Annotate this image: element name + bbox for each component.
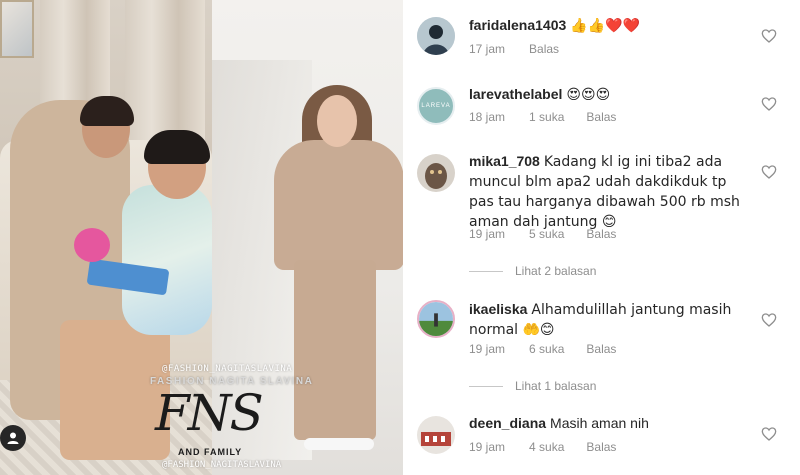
user-icon [7,432,19,444]
heart-icon[interactable] [761,312,777,328]
comments-list: faridalena1403 👍👍❤️❤️ 17 jam Balas LAREVA… [403,0,800,475]
reply-button[interactable]: Balas [529,42,559,56]
comment-meta: 19 jam 4 suka Balas [469,440,638,454]
pink-bag [74,228,110,262]
comment-meta: 18 jam 1 suka Balas [469,110,638,124]
comment-message: 😍😍😍 [566,87,611,103]
comment-username[interactable]: mika1_708 [469,153,540,169]
wall-art [0,0,34,58]
model-face [317,95,357,147]
replies-divider [469,385,503,387]
view-replies-label: Lihat 2 balasan [515,264,597,278]
comment-message: 👍👍❤️❤️ [570,18,641,34]
reply-button[interactable]: Balas [586,440,616,454]
like-count[interactable]: 1 suka [529,110,564,124]
comment-text: faridalena1403 👍👍❤️❤️ [469,16,754,36]
model-pants [294,260,376,440]
comment-time[interactable]: 17 jam [469,42,505,56]
heart-icon[interactable] [761,96,777,112]
comment-meta: 19 jam 5 suka Balas [469,227,638,241]
comment-time[interactable]: 19 jam [469,342,505,356]
avatar-photo [419,302,453,336]
comment-meta: 19 jam 6 suka Balas [469,342,638,356]
view-replies-button[interactable]: Lihat 2 balasan [469,264,596,278]
avatar[interactable] [417,416,455,454]
legs [60,320,170,460]
avatar[interactable] [417,17,455,55]
post-image[interactable]: @FASHION_NAGITASLAVINA FASHION NAGITA SL… [0,0,403,475]
heart-icon[interactable] [761,164,777,180]
model-shoes [304,438,374,450]
reply-button[interactable]: Balas [586,110,616,124]
comment-message: Masih aman nih [550,415,649,431]
comment-username[interactable]: larevathelabel [469,86,562,102]
child-hair [144,130,210,164]
reply-button[interactable]: Balas [586,227,616,241]
like-count[interactable]: 6 suka [529,342,564,356]
watermark-family: AND FAMILY [178,447,243,457]
comment-text: mika1_708 Kadang kl ig ini tiba2 ada munc… [469,152,754,232]
avatar-photo [417,154,455,192]
comment-time[interactable]: 19 jam [469,440,505,454]
comment-username[interactable]: deen_diana [469,415,546,431]
heart-icon[interactable] [761,426,777,442]
watermark-handle-bottom: @FASHION_NAGITASLAVINA [162,460,282,470]
view-replies-button[interactable]: Lihat 1 balasan [469,379,596,393]
model-top [274,140,403,270]
avatar-photo [417,416,455,454]
tagged-user-button[interactable] [0,425,26,451]
heart-icon[interactable] [761,28,777,44]
comment-username[interactable]: faridalena1403 [469,17,566,33]
avatar[interactable] [417,300,455,338]
comment-meta: 17 jam Balas [469,42,581,56]
child-figure [122,185,212,335]
comment-username[interactable]: ikaeliska [469,301,527,317]
avatar-photo [417,17,455,55]
like-count[interactable]: 4 suka [529,440,564,454]
comment-text: deen_diana Masih aman nih [469,414,754,433]
watermark-logo: FNS [155,384,264,442]
comment-time[interactable]: 19 jam [469,227,505,241]
avatar[interactable] [417,154,455,192]
comment-text: ikaeliska Alhamdulillah jantung masih nor… [469,300,754,340]
like-count[interactable]: 5 suka [529,227,564,241]
replies-divider [469,270,503,272]
view-replies-label: Lihat 1 balasan [515,379,597,393]
comment-time[interactable]: 18 jam [469,110,505,124]
watermark-handle: @FASHION_NAGITASLAVINA [162,364,293,374]
comment-text: larevathelabel 😍😍😍 [469,85,754,105]
avatar-text: LAREVA [421,103,451,109]
reply-button[interactable]: Balas [586,342,616,356]
avatar[interactable]: LAREVA [417,87,455,125]
